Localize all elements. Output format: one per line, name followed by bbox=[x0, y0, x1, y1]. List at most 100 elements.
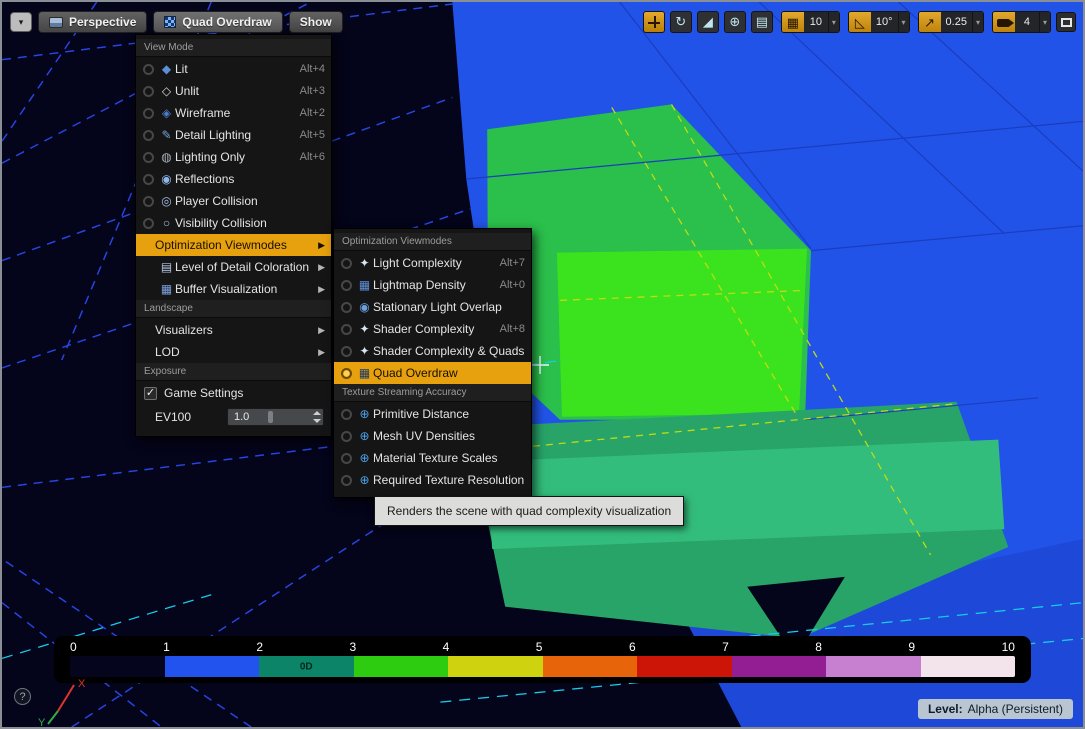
radio-icon bbox=[143, 86, 154, 97]
scale-tool-button[interactable]: ◢ bbox=[697, 11, 719, 33]
menu-item-visibility-collision[interactable]: ○ Visibility Collision bbox=[136, 212, 331, 234]
menu-item-label: Lighting Only bbox=[175, 150, 290, 164]
buffer-visualization-icon: ▦ bbox=[158, 283, 175, 295]
ev100-input[interactable]: 1.0 bbox=[227, 408, 324, 426]
menu-item-label: Wireframe bbox=[175, 106, 290, 120]
scale-snap-value[interactable]: 0.25 bbox=[941, 12, 972, 32]
menu-item-lighting-only[interactable]: ◍ Lighting Only Alt+6 bbox=[136, 146, 331, 168]
radio-icon bbox=[143, 152, 154, 163]
lightmap-density-icon: ▦ bbox=[356, 279, 373, 291]
surface-snap-button[interactable]: ▤ bbox=[751, 11, 773, 33]
rotation-snap-button[interactable]: ◺ bbox=[849, 12, 871, 33]
menu-item-player-collision[interactable]: ◎ Player Collision bbox=[136, 190, 331, 212]
maximize-icon bbox=[1061, 18, 1072, 27]
legend-label: 4 bbox=[443, 640, 450, 654]
checkbox-checked-icon[interactable]: ✓ bbox=[144, 387, 157, 400]
menu-item-light-complexity[interactable]: ✦ Light Complexity Alt+7 bbox=[334, 252, 531, 274]
radio-icon bbox=[143, 108, 154, 119]
menu-item-detail-lighting[interactable]: ✎ Detail Lighting Alt+5 bbox=[136, 124, 331, 146]
menu-item-label: Game Settings bbox=[164, 386, 325, 400]
menu-item-shortcut: Alt+0 bbox=[500, 279, 525, 291]
chevron-down-icon: ▾ bbox=[832, 18, 836, 27]
scale-snap-button[interactable]: ↗ bbox=[919, 12, 941, 33]
submenu-arrow-icon: ▶ bbox=[318, 325, 325, 336]
menu-item-label: Unlit bbox=[175, 84, 290, 98]
radio-icon bbox=[341, 302, 352, 313]
primitive-distance-icon: ⊕ bbox=[356, 408, 373, 420]
perspective-button[interactable]: Perspective bbox=[38, 11, 147, 33]
menu-item-material-texture-scales[interactable]: ⊕ Material Texture Scales bbox=[334, 447, 531, 469]
checkmark-icon: ✓ bbox=[146, 387, 155, 399]
rotation-snap-group: ◺ 10° ▾ bbox=[848, 11, 910, 33]
legend-segment bbox=[921, 656, 1016, 677]
menu-item-quad-overdraw[interactable]: ▦ Quad Overdraw bbox=[334, 362, 531, 384]
show-button[interactable]: Show bbox=[289, 11, 343, 33]
legend-color-bar: 0D bbox=[70, 656, 1015, 677]
texture-streaming-section-header: Texture Streaming Accuracy bbox=[334, 384, 531, 402]
menu-item-label: Detail Lighting bbox=[175, 128, 290, 142]
camera-speed-value[interactable]: 4 bbox=[1015, 12, 1039, 32]
menu-item-lod[interactable]: LOD ▶ bbox=[136, 341, 331, 363]
menu-item-level-of-detail-coloration[interactable]: ▤ Level of Detail Coloration ▶ bbox=[136, 256, 331, 278]
menu-item-optimization-viewmodes[interactable]: Optimization Viewmodes ▶ bbox=[136, 234, 331, 256]
menu-item-wireframe[interactable]: ◈ Wireframe Alt+2 bbox=[136, 102, 331, 124]
menu-item-lit[interactable]: ◆ Lit Alt+4 bbox=[136, 58, 331, 80]
rotation-snap-dropdown[interactable]: ▾ bbox=[898, 12, 909, 32]
ev100-spinner[interactable] bbox=[313, 411, 321, 423]
legend-label: 7 bbox=[722, 640, 729, 654]
menu-item-reflections[interactable]: ◉ Reflections bbox=[136, 168, 331, 190]
menu-item-shader-complexity[interactable]: ✦ Shader Complexity Alt+8 bbox=[334, 318, 531, 340]
menu-item-mesh-uv-densities[interactable]: ⊕ Mesh UV Densities bbox=[334, 425, 531, 447]
lit-icon: ◆ bbox=[158, 63, 175, 75]
surface-snap-icon: ▤ bbox=[756, 14, 768, 30]
viewport-options-button[interactable]: ▾ bbox=[10, 12, 32, 32]
legend-label: 9 bbox=[908, 640, 915, 654]
overdraw-legend: 0 1 2 3 4 5 6 7 8 9 10 0D bbox=[54, 636, 1031, 683]
submenu-arrow-icon: ▶ bbox=[318, 347, 325, 358]
rotate-tool-button[interactable]: ↻ bbox=[670, 11, 692, 33]
menu-item-label: LOD bbox=[155, 345, 312, 359]
lighting-only-icon: ◍ bbox=[158, 151, 175, 163]
view-mode-button[interactable]: Quad Overdraw bbox=[153, 11, 282, 33]
move-tool-button[interactable] bbox=[643, 11, 665, 33]
ev100-value: 1.0 bbox=[234, 411, 249, 423]
legend-segment bbox=[448, 656, 543, 677]
camera-speed-button[interactable] bbox=[993, 12, 1015, 33]
maximize-viewport-button[interactable] bbox=[1056, 12, 1076, 32]
legend-label: 2 bbox=[256, 640, 263, 654]
quad-overdraw-menu-icon: ▦ bbox=[356, 367, 373, 379]
light-complexity-icon: ✦ bbox=[356, 257, 373, 269]
menu-item-lightmap-density[interactable]: ▦ Lightmap Density Alt+0 bbox=[334, 274, 531, 296]
show-label: Show bbox=[300, 15, 332, 29]
grid-snap-value[interactable]: 10 bbox=[804, 12, 828, 32]
menu-item-shader-complexity-quads[interactable]: ✦ Shader Complexity & Quads bbox=[334, 340, 531, 362]
menu-item-stationary-light-overlap[interactable]: ◉ Stationary Light Overlap bbox=[334, 296, 531, 318]
optimization-section-header: Optimization Viewmodes bbox=[334, 233, 531, 251]
ev100-slider-handle[interactable] bbox=[268, 411, 273, 423]
radio-icon bbox=[143, 218, 154, 229]
menu-item-buffer-visualization[interactable]: ▦ Buffer Visualization ▶ bbox=[136, 278, 331, 300]
grid-snap-button[interactable]: ▦ bbox=[782, 12, 804, 33]
tooltip: Renders the scene with quad complexity v… bbox=[374, 496, 684, 526]
exposure-section-header: Exposure bbox=[136, 363, 331, 381]
grid-snap-group: ▦ 10 ▾ bbox=[781, 11, 840, 33]
submenu-arrow-icon: ▶ bbox=[318, 262, 325, 273]
radio-icon bbox=[341, 409, 352, 420]
shader-complexity-quads-icon: ✦ bbox=[356, 345, 373, 357]
menu-item-game-settings[interactable]: ✓ Game Settings bbox=[136, 382, 331, 404]
menu-item-required-texture-resolution[interactable]: ⊕ Required Texture Resolution bbox=[334, 469, 531, 491]
rotation-snap-value[interactable]: 10° bbox=[871, 12, 898, 32]
camera-speed-group: 4 ▾ bbox=[992, 11, 1051, 33]
menu-item-unlit[interactable]: ◇ Unlit Alt+3 bbox=[136, 80, 331, 102]
radio-icon bbox=[143, 174, 154, 185]
menu-item-shortcut: Alt+3 bbox=[300, 85, 325, 97]
world-local-toggle-button[interactable]: ⊕ bbox=[724, 11, 746, 33]
menu-item-visualizers[interactable]: Visualizers ▶ bbox=[136, 319, 331, 341]
menu-item-primitive-distance[interactable]: ⊕ Primitive Distance bbox=[334, 403, 531, 425]
grid-snap-dropdown[interactable]: ▾ bbox=[828, 12, 839, 32]
view-mode-menu: View Mode ◆ Lit Alt+4 ◇ Unlit Alt+3 ◈ Wi… bbox=[135, 34, 332, 437]
camera-speed-dropdown[interactable]: ▾ bbox=[1039, 12, 1050, 32]
tooltip-text: Renders the scene with quad complexity v… bbox=[387, 504, 671, 518]
menu-item-label: Visibility Collision bbox=[175, 216, 315, 230]
scale-snap-dropdown[interactable]: ▾ bbox=[972, 12, 983, 32]
